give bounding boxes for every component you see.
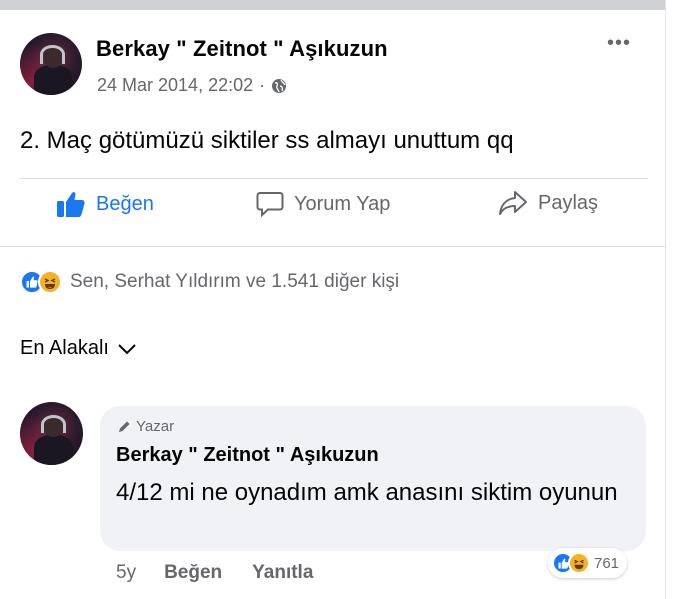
- comment-sort-dropdown[interactable]: En Alakalı: [20, 337, 137, 360]
- sort-label: En Alakalı: [20, 337, 109, 359]
- like-label: Beğen: [96, 192, 154, 215]
- comment-reactions[interactable]: 761: [548, 548, 628, 578]
- card-border: [665, 0, 666, 599]
- reactions-summary[interactable]: Sen, Serhat Yıldırım ve 1.541 diğer kişi: [20, 270, 399, 294]
- haha-icon: [38, 270, 62, 294]
- more-options-icon[interactable]: •••: [607, 33, 631, 53]
- divider: [0, 246, 666, 247]
- top-strip: [0, 0, 666, 10]
- comment-actions: 5y Beğen Yanıtla: [116, 562, 343, 584]
- author-avatar[interactable]: [20, 33, 82, 95]
- globe-icon: [272, 78, 287, 93]
- author-badge-label: Yazar: [136, 418, 175, 435]
- comment-author-name[interactable]: Berkay " Zeitnot " Aşıkuzun: [116, 444, 379, 467]
- post-author-name[interactable]: Berkay " Zeitnot " Aşıkuzun: [96, 36, 388, 62]
- comment-button[interactable]: Yorum Yap: [256, 190, 390, 218]
- thumbs-up-icon: [57, 192, 85, 217]
- chevron-down-icon: [118, 343, 136, 354]
- share-icon: [499, 191, 527, 215]
- pencil-icon: [119, 421, 130, 432]
- post-meta: 24 Mar 2014, 22:02 ·: [97, 75, 287, 96]
- commenter-avatar[interactable]: [20, 402, 83, 465]
- comment-age[interactable]: 5y: [116, 562, 136, 584]
- meta-separator: ·: [259, 75, 266, 95]
- comment-reply-button[interactable]: Yanıtla: [252, 562, 313, 584]
- share-button[interactable]: Paylaş: [498, 190, 598, 216]
- comment-like-button[interactable]: Beğen: [164, 562, 222, 584]
- comment-reaction-count: 761: [594, 554, 620, 572]
- post-text: 2. Maç götümüzü siktiler ss almayı unutt…: [20, 127, 514, 154]
- reactions-summary-text: Sen, Serhat Yıldırım ve 1.541 diğer kişi: [70, 271, 400, 292]
- share-label: Paylaş: [538, 191, 599, 214]
- author-badge: Yazar: [117, 418, 174, 435]
- post-timestamp[interactable]: 24 Mar 2014, 22:02: [97, 75, 253, 96]
- comment-label: Yorum Yap: [294, 192, 391, 215]
- like-button[interactable]: Beğen: [56, 190, 154, 218]
- post-action-bar: Beğen Yorum Yap Paylaş: [0, 190, 666, 234]
- divider: [20, 178, 648, 179]
- haha-icon: [568, 552, 590, 574]
- comment-text: 4/12 mi ne oynadım amk anasını siktim oy…: [116, 479, 618, 506]
- comment-icon: [256, 192, 284, 218]
